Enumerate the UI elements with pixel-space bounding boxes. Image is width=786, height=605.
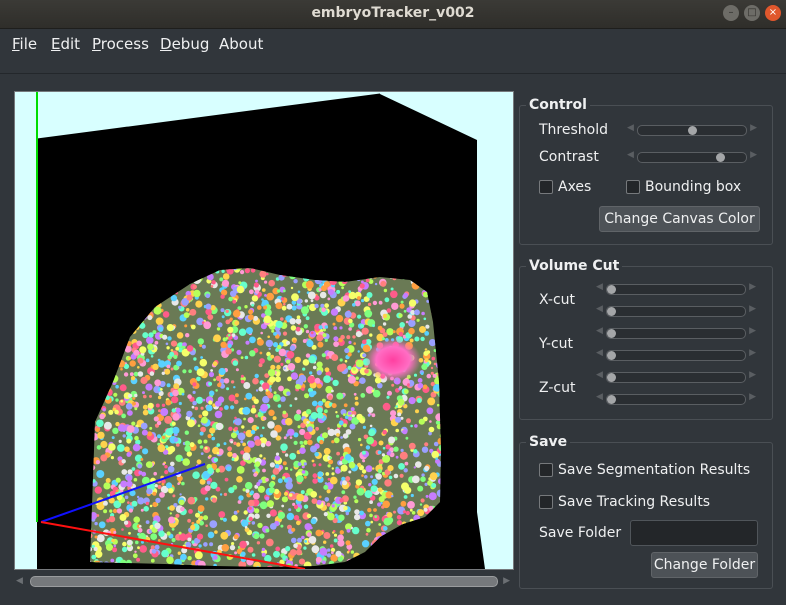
- slider-right-arrow-icon[interactable]: ▶: [750, 150, 757, 160]
- menu-bar: File Edit Process Debug About: [0, 29, 786, 59]
- save-segmentation-checkbox[interactable]: [539, 463, 553, 477]
- slider-left-arrow-icon[interactable]: ◀: [596, 370, 603, 380]
- slider-right-arrow-icon[interactable]: ▶: [749, 370, 756, 380]
- central-divider: [0, 73, 786, 74]
- window-title-bar[interactable]: embryoTracker_v002 – □ ×: [0, 0, 786, 29]
- slider-groove: [606, 350, 746, 361]
- menu-about-label: About: [219, 35, 264, 53]
- slider-left-arrow-icon[interactable]: ◀: [596, 304, 603, 314]
- canvas-horizontal-scrollbar[interactable]: ◀ ▶: [14, 573, 512, 589]
- threshold-slider[interactable]: ◀ ▶: [627, 123, 757, 136]
- slider-left-arrow-icon[interactable]: ◀: [596, 282, 603, 292]
- slider-left-arrow-icon[interactable]: ◀: [596, 348, 603, 358]
- menu-edit[interactable]: Edit: [51, 35, 80, 53]
- contrast-slider[interactable]: ◀ ▶: [627, 150, 757, 163]
- volume-cut-group-title: Volume Cut: [526, 258, 623, 274]
- menu-debug[interactable]: Debug: [160, 35, 209, 53]
- slider-left-arrow-icon[interactable]: ◀: [596, 392, 603, 402]
- z-cut-min-slider[interactable]: ◀ ▶: [596, 370, 756, 383]
- z-cut-max-slider[interactable]: ◀ ▶: [596, 392, 756, 405]
- save-folder-field[interactable]: [630, 520, 758, 546]
- y-cut-label: Y-cut: [539, 336, 574, 352]
- slider-right-arrow-icon[interactable]: ▶: [749, 392, 756, 402]
- control-group: Control Threshold ◀ ▶ Contrast ◀ ▶ Axes …: [519, 97, 773, 245]
- z-cut-max-knob[interactable]: [607, 395, 616, 404]
- contrast-label: Contrast: [539, 149, 599, 165]
- maximize-button[interactable]: □: [744, 5, 760, 21]
- save-folder-label: Save Folder: [539, 525, 622, 541]
- menu-file-mnemonic: F: [12, 35, 20, 53]
- x-cut-min-slider[interactable]: ◀ ▶: [596, 282, 756, 295]
- save-group-title: Save: [526, 434, 571, 450]
- control-group-title: Control: [526, 97, 590, 113]
- volume-cut-group: Volume Cut X-cut ◀ ▶ ◀ ▶ Y-cut ◀ ▶ ◀ ▶ Z-cut…: [519, 258, 773, 420]
- axes-label: Axes: [558, 179, 592, 195]
- slider-left-arrow-icon[interactable]: ◀: [596, 326, 603, 336]
- x-cut-label: X-cut: [539, 292, 576, 308]
- threshold-label: Threshold: [539, 122, 608, 138]
- menu-debug-mnemonic: D: [160, 35, 172, 53]
- y-cut-min-knob[interactable]: [607, 329, 616, 338]
- menu-process-label: rocess: [100, 35, 149, 53]
- bounding-box-label: Bounding box: [645, 179, 742, 195]
- slider-right-arrow-icon[interactable]: ▶: [750, 123, 757, 133]
- scroll-left-arrow-icon[interactable]: ◀: [16, 576, 23, 586]
- menu-edit-label: dit: [60, 35, 81, 53]
- save-segmentation-label: Save Segmentation Results: [558, 462, 751, 478]
- contrast-slider-knob[interactable]: [716, 153, 725, 162]
- threshold-slider-knob[interactable]: [688, 126, 697, 135]
- scroll-right-arrow-icon[interactable]: ▶: [503, 576, 510, 586]
- volume-render-svg: [36, 92, 485, 569]
- slider-groove: [606, 306, 746, 317]
- slider-right-arrow-icon[interactable]: ▶: [749, 304, 756, 314]
- bounding-box-checkbox[interactable]: [626, 180, 640, 194]
- slider-groove: [606, 328, 746, 339]
- x-cut-max-knob[interactable]: [607, 307, 616, 316]
- window-title: embryoTracker_v002: [311, 5, 475, 21]
- menu-file-label: ile: [19, 35, 38, 53]
- change-canvas-color-button[interactable]: Change Canvas Color: [599, 206, 760, 232]
- slider-right-arrow-icon[interactable]: ▶: [749, 348, 756, 358]
- y-cut-min-slider[interactable]: ◀ ▶: [596, 326, 756, 339]
- menu-process[interactable]: Process: [92, 35, 149, 53]
- minimize-button[interactable]: –: [723, 5, 739, 21]
- slider-left-arrow-icon[interactable]: ◀: [627, 150, 634, 160]
- slider-left-arrow-icon[interactable]: ◀: [627, 123, 634, 133]
- slider-groove: [637, 152, 747, 163]
- z-cut-label: Z-cut: [539, 380, 576, 396]
- y-cut-max-knob[interactable]: [607, 351, 616, 360]
- menu-process-mnemonic: P: [92, 35, 101, 53]
- volume-render-canvas[interactable]: [14, 91, 514, 570]
- slider-groove: [606, 284, 746, 295]
- x-cut-max-slider[interactable]: ◀ ▶: [596, 304, 756, 317]
- slider-right-arrow-icon[interactable]: ▶: [749, 326, 756, 336]
- y-cut-max-slider[interactable]: ◀ ▶: [596, 348, 756, 361]
- slider-right-arrow-icon[interactable]: ▶: [749, 282, 756, 292]
- slider-groove: [606, 394, 746, 405]
- menu-about[interactable]: About: [219, 35, 263, 53]
- change-folder-button[interactable]: Change Folder: [651, 552, 758, 578]
- x-cut-min-knob[interactable]: [607, 285, 616, 294]
- scroll-handle[interactable]: [30, 576, 498, 587]
- slider-groove: [606, 372, 746, 383]
- menu-file[interactable]: File: [12, 35, 37, 53]
- save-tracking-checkbox[interactable]: [539, 495, 553, 509]
- menu-debug-label: ebug: [171, 35, 210, 53]
- close-window-button[interactable]: ×: [765, 5, 781, 21]
- axes-checkbox[interactable]: [539, 180, 553, 194]
- save-group: Save Save Segmentation Results Save Trac…: [519, 434, 773, 589]
- z-cut-min-knob[interactable]: [607, 373, 616, 382]
- save-tracking-label: Save Tracking Results: [558, 494, 711, 510]
